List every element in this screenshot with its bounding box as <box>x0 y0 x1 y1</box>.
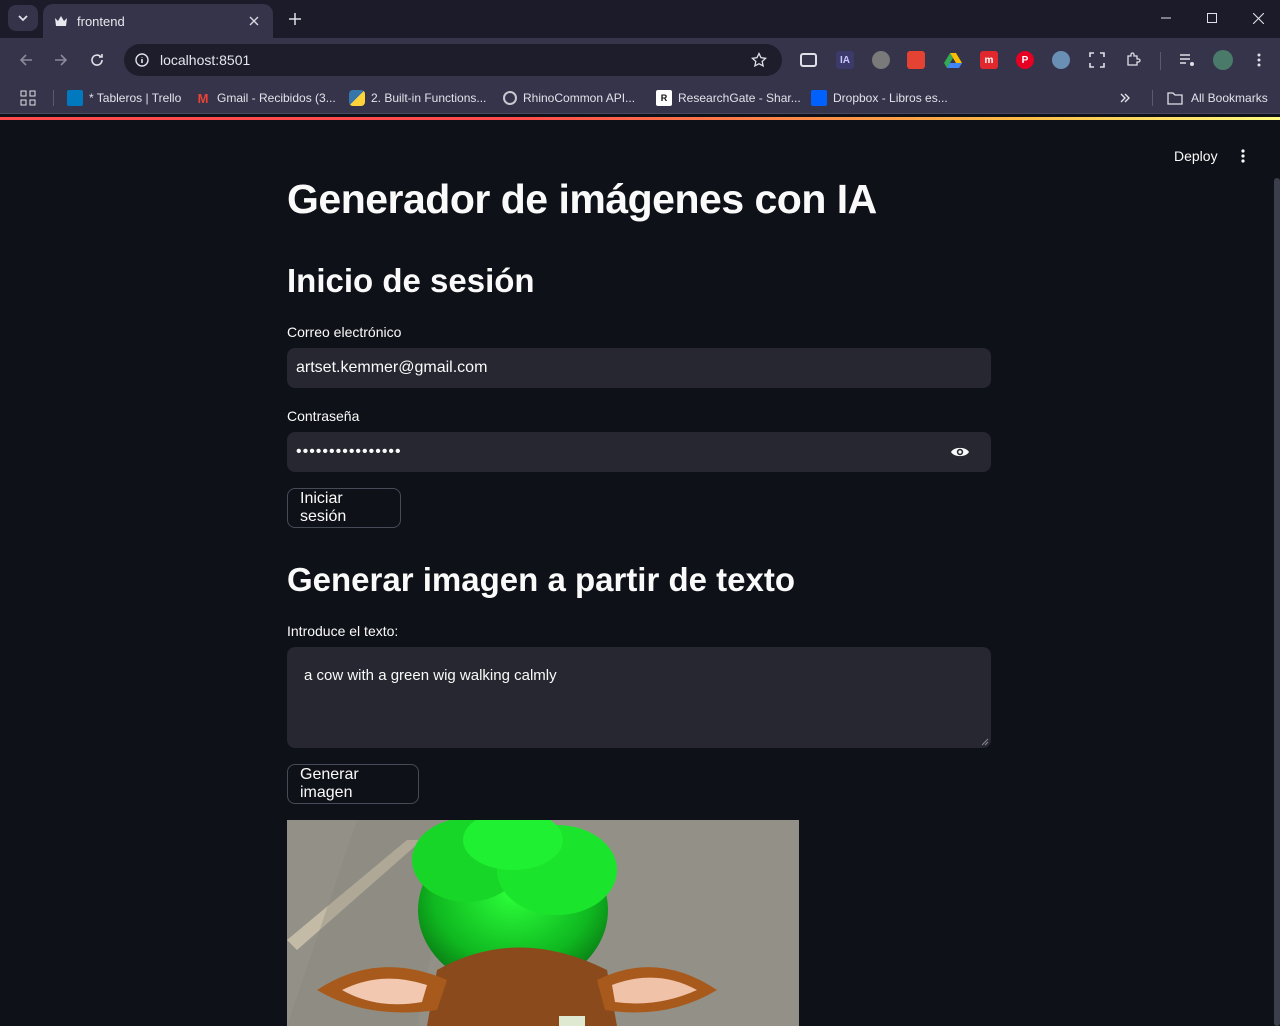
reload-button[interactable] <box>85 48 109 72</box>
bookmark-dropbox[interactable]: Dropbox - Libros es... <box>811 89 948 107</box>
reload-icon <box>91 54 103 66</box>
main-menu-icon[interactable] <box>1233 146 1253 166</box>
login-button[interactable]: Iniciar sesión <box>287 488 401 528</box>
ia-extension-icon[interactable]: IA <box>836 51 854 69</box>
streamlit-crown-icon <box>53 13 69 29</box>
maximize-window-button[interactable] <box>1192 5 1232 31</box>
bookmark-label: RhinoCommon API... <box>523 91 636 105</box>
apps-grid-icon[interactable] <box>20 89 36 107</box>
prompt-label: Introduce el texto: <box>287 623 399 639</box>
maximize-icon <box>1207 13 1217 23</box>
minimize-window-button[interactable] <box>1146 5 1186 31</box>
pinterest-icon[interactable]: P <box>1016 51 1034 69</box>
researchgate-icon: R <box>656 90 672 106</box>
browser-toolbar: localhost:8501 IA m P <box>0 38 1280 82</box>
plus-icon <box>289 13 301 25</box>
tab-title: frontend <box>77 13 125 29</box>
gmail-icon: M <box>197 90 209 106</box>
browser-tab-strip: frontend <box>0 0 1280 38</box>
python-icon <box>349 90 365 106</box>
chevron-down-icon <box>18 15 28 22</box>
bookmark-rhinocommon[interactable]: RhinoCommon API... <box>503 89 635 107</box>
reader-mode-icon[interactable] <box>800 53 817 67</box>
globe-icon <box>503 91 517 105</box>
more-bookmarks-chevron-icon[interactable] <box>1119 89 1131 107</box>
url-text[interactable]: localhost:8501 <box>160 52 748 68</box>
media-controls-icon[interactable] <box>1178 51 1196 69</box>
minimize-icon <box>1161 17 1171 19</box>
bookmarks-divider <box>1152 90 1153 106</box>
login-heading: Inicio de sesión <box>287 262 535 299</box>
google-drive-icon[interactable] <box>944 51 962 69</box>
bookmarks-divider <box>53 90 54 106</box>
owl-extension-icon[interactable] <box>872 51 890 69</box>
todoist-extension-icon[interactable] <box>907 51 925 69</box>
generate-heading: Generar imagen a partir de texto <box>287 561 796 598</box>
bookmark-researchgate[interactable]: R ResearchGate - Shar... <box>656 89 801 107</box>
bookmark-label: * Tableros | Trello <box>89 91 182 105</box>
prompt-value: a cow with a green wig walking calmly <box>304 667 557 684</box>
bookmark-label: ResearchGate - Shar... <box>678 91 801 105</box>
password-value: •••••••••••••••• <box>296 443 402 460</box>
streamlit-app: Deploy Generador de imágenes con IA Inic… <box>0 120 1280 1026</box>
all-bookmarks-label: All Bookmarks <box>1191 91 1268 105</box>
close-window-button[interactable] <box>1238 5 1278 31</box>
bookmark-label: Dropbox - Libros es... <box>833 91 948 105</box>
prompt-textarea[interactable]: a cow with a green wig walking calmly <box>287 647 991 748</box>
bookmark-label: 2. Built-in Functions... <box>371 91 487 105</box>
trello-icon <box>67 90 83 106</box>
bookmarks-bar: * Tableros | Trello M Gmail - Recibidos … <box>0 82 1280 114</box>
toolbar-divider <box>1160 52 1161 70</box>
address-bar[interactable]: localhost:8501 <box>124 44 782 76</box>
generated-image <box>287 820 799 1026</box>
page-scrollbar[interactable] <box>1274 178 1280 1026</box>
bookmark-label: Gmail - Recibidos (3... <box>217 91 336 105</box>
arrow-left-icon <box>19 54 32 66</box>
password-label: Contraseña <box>287 408 360 424</box>
globe-extension-icon[interactable] <box>1052 51 1070 69</box>
extensions-puzzle-icon[interactable] <box>1124 51 1142 69</box>
bookmark-star-icon[interactable] <box>748 49 770 71</box>
mega-extension-icon[interactable]: m <box>980 51 998 69</box>
bookmark-trello[interactable]: * Tableros | Trello <box>67 89 181 107</box>
forward-button[interactable] <box>49 48 73 72</box>
email-field[interactable]: artset.kemmer@gmail.com <box>287 348 991 388</box>
email-value: artset.kemmer@gmail.com <box>296 359 488 376</box>
generate-image-button[interactable]: Generar imagen <box>287 764 419 804</box>
deploy-button[interactable]: Deploy <box>1166 144 1226 168</box>
back-button[interactable] <box>14 48 38 72</box>
email-label: Correo electrónico <box>287 324 402 340</box>
bookmark-python[interactable]: 2. Built-in Functions... <box>349 89 486 107</box>
tab-frontend[interactable]: frontend <box>43 4 273 38</box>
site-info-icon[interactable] <box>134 52 150 68</box>
dropbox-icon <box>811 90 827 106</box>
new-tab-button[interactable] <box>284 8 306 30</box>
arrow-right-icon <box>55 54 68 66</box>
all-bookmarks-folder[interactable]: All Bookmarks <box>1167 89 1268 107</box>
password-field[interactable]: •••••••••••••••• <box>287 432 991 472</box>
show-password-eye-icon[interactable] <box>949 442 971 462</box>
page-title: Generador de imágenes con IA <box>287 176 877 222</box>
close-icon <box>1252 12 1264 24</box>
bookmark-gmail[interactable]: M Gmail - Recibidos (3... <box>195 89 336 107</box>
browser-menu-icon[interactable] <box>1250 51 1268 69</box>
close-tab-icon[interactable] <box>245 12 263 30</box>
folder-icon <box>1167 92 1183 105</box>
profile-avatar[interactable] <box>1213 50 1233 70</box>
screenshot-extension-icon[interactable] <box>1088 51 1106 69</box>
resize-handle-icon[interactable] <box>981 738 989 746</box>
tab-search-button[interactable] <box>8 5 38 31</box>
